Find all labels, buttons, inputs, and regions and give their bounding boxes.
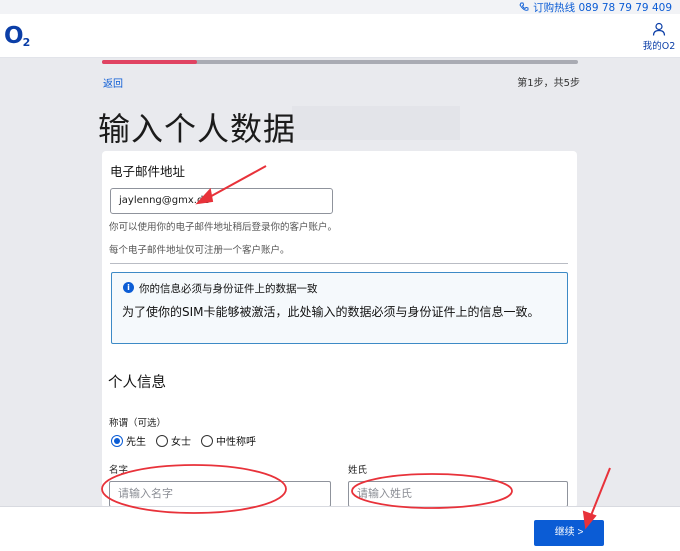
my-account-button[interactable]: 我的O2 <box>642 22 676 52</box>
radio-selected-icon <box>111 434 123 447</box>
title-shadow <box>292 106 460 140</box>
salutation-label: 称谓（可选） <box>109 418 167 429</box>
salutation-group: 先生 女士 中性称呼 <box>111 433 260 448</box>
my-account-label: 我的O2 <box>642 41 676 52</box>
last-name-field[interactable]: 请输入姓氏 <box>348 481 568 507</box>
hotline-link[interactable]: 订购热线 089 78 79 79 409 <box>519 0 672 14</box>
hotline-text: 订购热线 089 78 79 79 409 <box>533 1 672 14</box>
step-indicator: 第1步，共5步 <box>517 78 580 89</box>
radio-icon <box>156 434 168 447</box>
salutation-neutral[interactable]: 中性称呼 <box>201 433 256 448</box>
email-field[interactable]: jaylenng@gmx.de <box>110 188 333 214</box>
info-heading: 你的信息必须与身份证件上的数据一致 <box>139 283 318 295</box>
phone-icon <box>519 2 529 11</box>
email-label: 电子邮件地址 <box>110 164 186 179</box>
first-name-label: 名字 <box>109 465 129 476</box>
page-title: 输入个人数据 <box>98 110 297 148</box>
form-card: 电子邮件地址 jaylenng@gmx.de 你可以使用你的电子邮件地址稍后登录… <box>102 151 577 508</box>
user-icon <box>652 22 666 36</box>
info-box: i 你的信息必须与身份证件上的数据一致 为了使你的SIM卡能够被激活，此处输入的… <box>111 272 568 344</box>
progress-bar <box>102 60 578 64</box>
email-hint-login: 你可以使用你的电子邮件地址稍后登录你的客户账户。 <box>109 222 338 233</box>
first-name-field[interactable]: 请输入名字 <box>109 481 331 507</box>
continue-button[interactable]: 继续 > <box>534 520 604 546</box>
footer-bar: 继续 > <box>0 506 680 551</box>
progress-fill <box>102 60 198 64</box>
personal-info-heading: 个人信息 <box>108 375 166 391</box>
divider <box>110 263 568 264</box>
last-name-label: 姓氏 <box>348 465 368 476</box>
email-hint-unique: 每个电子邮件地址仅可注册一个客户账户。 <box>109 245 290 256</box>
o2-logo[interactable]: O2 <box>4 23 30 49</box>
site-header: O2 我的O2 <box>0 14 680 58</box>
info-body: 为了使你的SIM卡能够被激活，此处输入的数据必须与身份证件上的信息一致。 <box>122 305 540 319</box>
back-link[interactable]: 返回 <box>103 75 123 90</box>
info-icon: i <box>123 282 134 293</box>
radio-icon <box>201 434 213 447</box>
salutation-mr[interactable]: 先生 <box>111 433 146 448</box>
salutation-ms[interactable]: 女士 <box>156 433 191 448</box>
top-strip: 订购热线 089 78 79 79 409 <box>0 0 680 14</box>
